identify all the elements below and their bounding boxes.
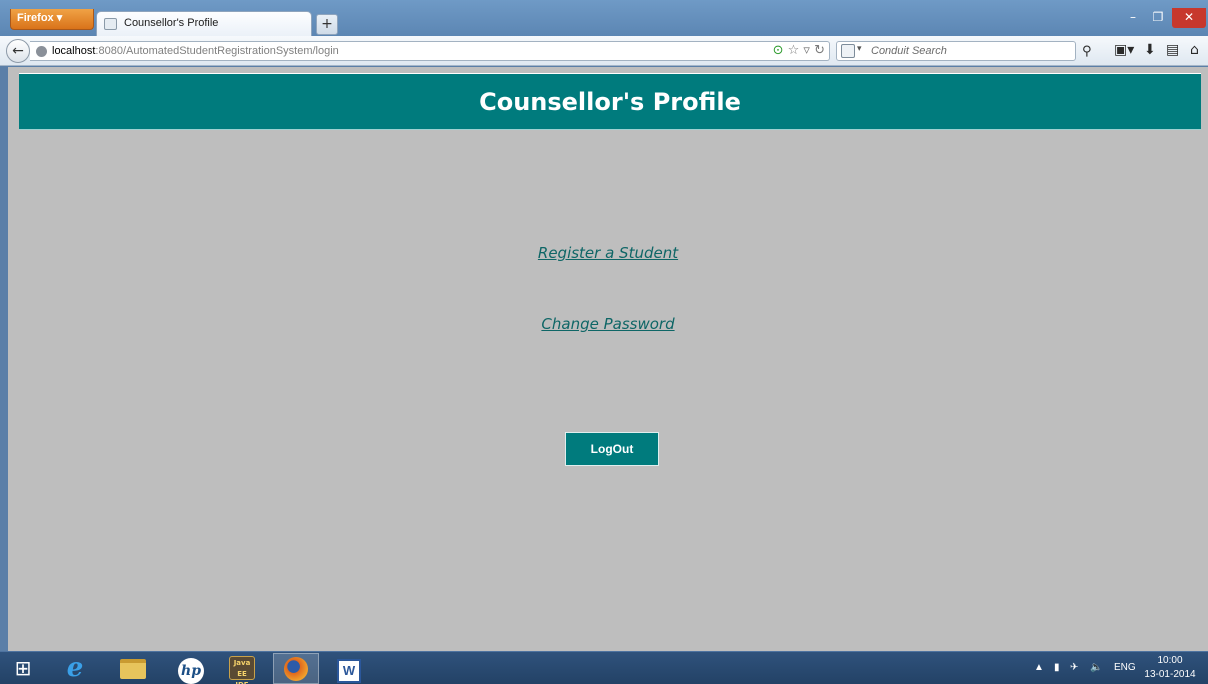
clock[interactable]: 10:00 13-01-2014 — [1142, 654, 1198, 682]
page-viewport: Counsellor's Profile Register a Student … — [8, 67, 1208, 651]
search-placeholder: Conduit Search — [871, 45, 947, 57]
firefox-menu-button[interactable]: Firefox ▾ — [10, 9, 94, 30]
reload-icon[interactable]: ↻ — [814, 43, 825, 58]
clock-date: 13-01-2014 — [1144, 669, 1196, 680]
verified-check-icon[interactable]: ⊙ — [773, 43, 784, 58]
hp-icon[interactable]: hp — [168, 653, 214, 684]
youtube-icon[interactable]: ▤ — [1166, 42, 1179, 58]
close-icon[interactable]: ✕ — [1172, 8, 1206, 28]
register-student-row: Register a Student — [8, 244, 1208, 262]
firefox-icon[interactable] — [273, 653, 319, 684]
folder-icon — [120, 659, 146, 679]
home-icon[interactable]: ⌂ — [1190, 42, 1199, 58]
page-favicon-icon — [104, 18, 117, 30]
url-host: localhost — [52, 45, 96, 57]
change-password-row: Change Password — [8, 315, 1208, 333]
url-actions: ⊙ ☆ ▿ ↻ — [773, 43, 825, 58]
search-magnifier-icon[interactable]: ⚲ — [1082, 44, 1092, 59]
url-bar[interactable]: localhost:8080/AutomatedStudentRegistrat… — [30, 41, 830, 61]
logout-button[interactable]: LogOut — [565, 432, 659, 466]
tab-title: Counsellor's Profile — [124, 17, 219, 29]
firefox-menu-label: Firefox — [17, 12, 54, 24]
language-indicator[interactable]: ENG — [1114, 662, 1136, 673]
start-icon[interactable]: ⊞ — [0, 653, 46, 684]
change-password-link[interactable]: Change Password — [541, 315, 674, 333]
search-bar[interactable]: ▾ Conduit Search — [836, 41, 1076, 61]
page-header: Counsellor's Profile — [19, 73, 1201, 130]
tab-counsellors-profile[interactable]: Counsellor's Profile — [96, 11, 312, 36]
window-titlebar: Firefox ▾ Counsellor's Profile + – ❐ ✕ — [0, 0, 1208, 36]
show-hidden-icons-icon[interactable]: ▲ — [1034, 662, 1044, 673]
history-dropdown-icon[interactable]: ▿ — [803, 43, 810, 58]
battery-icon[interactable]: ▮ — [1054, 662, 1060, 673]
windows-taskbar: ⊞ e hp Java EE IDE W ▲ ▮ ✈ 🔈 ENG 10:00 1… — [0, 651, 1208, 684]
restore-icon[interactable]: ❐ — [1146, 8, 1170, 28]
downloads-icon[interactable]: ⬇ — [1144, 42, 1156, 58]
search-engine-dropdown-icon[interactable]: ▾ — [857, 44, 862, 54]
file-explorer-icon[interactable] — [110, 653, 156, 684]
site-identity-icon[interactable] — [36, 46, 47, 57]
back-button[interactable]: ← — [6, 39, 30, 63]
bookmarks-menu-icon[interactable]: ▣▾ — [1114, 42, 1134, 58]
bookmark-star-icon[interactable]: ☆ — [788, 43, 800, 58]
page-title: Counsellor's Profile — [479, 88, 741, 116]
url-path: :8080/AutomatedStudentRegistrationSystem… — [95, 45, 339, 57]
clock-time: 10:00 — [1157, 655, 1183, 666]
register-student-link[interactable]: Register a Student — [538, 244, 678, 262]
java-ee-ide-icon[interactable]: Java EE IDE — [219, 653, 265, 684]
java-ee-ide-label: Java EE IDE — [229, 656, 255, 684]
new-tab-button[interactable]: + — [316, 14, 338, 35]
internet-explorer-icon[interactable]: e — [52, 653, 98, 684]
airplane-mode-icon[interactable]: ✈ — [1070, 662, 1078, 673]
url-text[interactable]: localhost:8080/AutomatedStudentRegistrat… — [52, 45, 339, 57]
word-icon[interactable]: W — [326, 653, 372, 684]
minimize-icon[interactable]: – — [1122, 8, 1144, 28]
navigation-toolbar: localhost:8080/AutomatedStudentRegistrat… — [0, 36, 1208, 66]
search-engine-icon[interactable] — [841, 44, 855, 58]
volume-icon[interactable]: 🔈 — [1090, 662, 1102, 673]
